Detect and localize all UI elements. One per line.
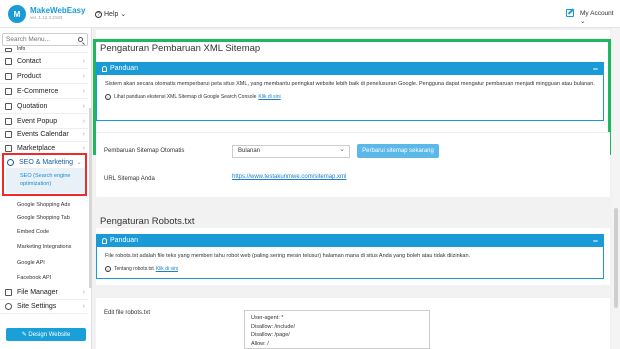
chevron-down-icon: ⌄ [580,18,586,25]
robots-textarea[interactable]: User-agent: * Disallow: /include/ Disall… [244,310,430,349]
sidebar-item-label: Info [17,46,26,52]
robots-guide-header[interactable]: Panduan − [96,234,604,247]
sidebar-item-label: Event Popup [17,118,58,125]
sidebar-section-seo-marketing: SEO & Marketing ⌄ SEO (Search engine opt… [2,153,87,196]
page-scrollbar[interactable] [612,28,620,349]
robots-edit-label: Edit file robots.txt [104,310,151,316]
sidebar-item-label: Marketplace [17,145,56,152]
chevron-down-icon: ⌄ [76,159,82,166]
sidebar-item-events-calendar[interactable]: Events Calendar › [0,128,88,142]
sidebar-subitem-marketing-integrations[interactable]: Marketing Integrations [0,241,88,253]
megaphone-icon [5,118,12,125]
sidebar-item-ecommerce[interactable]: E-Commerce › [0,85,88,99]
logo[interactable]: M MakeWebEasy ver. 1.12.3.2183 [8,5,85,23]
sitemap-url-label: URL Sitemap Anda [104,176,155,182]
sidebar-item-seo-marketing[interactable]: SEO & Marketing ⌄ [4,155,85,169]
sitemap-url-link[interactable]: https://www.testakunmwe.com/sitemap.xml [232,174,346,180]
sidebar-item-quotation[interactable]: Quotation › [0,100,88,114]
app-version: ver. 1.12.3.2183 [30,15,63,21]
app-name: MakeWebEasy [30,6,86,16]
info-icon: i [105,265,111,272]
mail-icon [5,58,12,65]
chevron-right-icon: › [82,73,85,80]
search-icon [78,37,83,42]
lightbulb-icon [102,237,107,244]
sidebar-item-label: Events Calendar [17,131,69,138]
account-menu[interactable]: My Account ⌄ [580,10,620,25]
store-icon [5,145,12,152]
sidebar-item-label: E-Commerce [17,88,59,95]
calendar-icon [5,131,12,138]
chevron-right-icon: › [82,289,85,296]
sidebar-item-site-settings[interactable]: Site Settings › [0,300,88,314]
sidebar-subitem-google-api[interactable]: Google API [0,257,88,269]
sidebar-item-label: Contact [17,58,42,65]
sidebar-item-label: Product [17,73,42,80]
frequency-select[interactable]: Bulanan [232,145,350,158]
chevron-right-icon: › [82,88,85,95]
collapse-icon[interactable]: − [593,236,598,246]
help-menu[interactable]: ? Help ⌄ [95,10,126,18]
chevron-right-icon: › [82,118,85,125]
guide-title: Panduan [110,237,139,244]
bag-icon [5,73,12,80]
design-website-button[interactable]: ✎ Design Website [6,328,86,341]
sidebar-subitem-facebook-api[interactable]: Facebook API [0,272,88,284]
document-icon [5,103,12,110]
chevron-right-icon: › [82,303,85,310]
chevron-down-icon: ⌄ [120,11,127,18]
guide-info-link[interactable]: Klik di sini [156,265,178,273]
help-label: Help [104,10,119,18]
account-label: My Account [580,10,614,17]
sidebar-item-partial[interactable]: Info [0,46,88,53]
help-icon: ? [95,10,102,18]
sidebar-subitem-google-shopping-ads[interactable]: Google Shopping Ads [0,199,88,211]
refresh-sitemap-button[interactable]: Perbarui sitemap sekarang [357,144,439,158]
logo-mark: M [8,5,26,23]
search-menu-input[interactable] [2,33,88,46]
guide-text: File robots.txt adalah file teks yang me… [105,253,471,259]
sidebar-subitem-seo[interactable]: SEO (Search engine optimization) [6,168,85,193]
sitemap-settings-panel [96,132,610,197]
sidebar-subitem-embed-code[interactable]: Embed Code [0,226,88,238]
sidebar-item-event-popup[interactable]: Event Popup › [0,115,88,129]
chevron-right-icon: › [82,58,85,65]
sidebar-item-label: File Manager [17,289,58,296]
chevron-right-icon: › [82,103,85,110]
sidebar-item-label: Site Settings [17,303,57,310]
scrollbar-thumb[interactable] [614,208,618,308]
sidebar-item-label: SEO & Marketing [19,158,74,166]
chevron-right-icon: › [82,145,85,152]
sidebar: Info Contact › Product › E-Commerce › Qu… [0,28,92,349]
sidebar-item-product[interactable]: Product › [0,70,88,84]
search-icon [7,158,14,166]
folder-icon [5,289,12,296]
sidebar-item-contact[interactable]: Contact › [0,55,88,69]
edit-site-icon[interactable] [566,9,574,17]
auto-update-label: Pembaruan Sitemap Otomatis [104,148,185,154]
robots-section-title: Pengaturan Robots.txt [100,216,195,227]
info-icon [5,48,12,52]
sidebar-item-label: Quotation [17,103,48,110]
main-content: Pengaturan Pembaruan XML Sitemap Panduan… [92,28,612,349]
tag-icon [5,88,12,95]
guide-info-text: Tentang robots.txt [114,265,154,272]
sidebar-item-file-manager[interactable]: File Manager › [0,286,88,300]
sidebar-subitem-google-shopping-tab[interactable]: Google Shopping Tab [0,212,88,224]
chevron-right-icon: › [82,131,85,138]
robots-guide-body: File robots.txt adalah file teks yang me… [96,247,604,279]
guide-info: i Tentang robots.txt Klik di sini [105,265,595,273]
gear-icon [5,303,12,310]
top-bar: M MakeWebEasy ver. 1.12.3.2183 ? Help ⌄ … [0,0,620,28]
